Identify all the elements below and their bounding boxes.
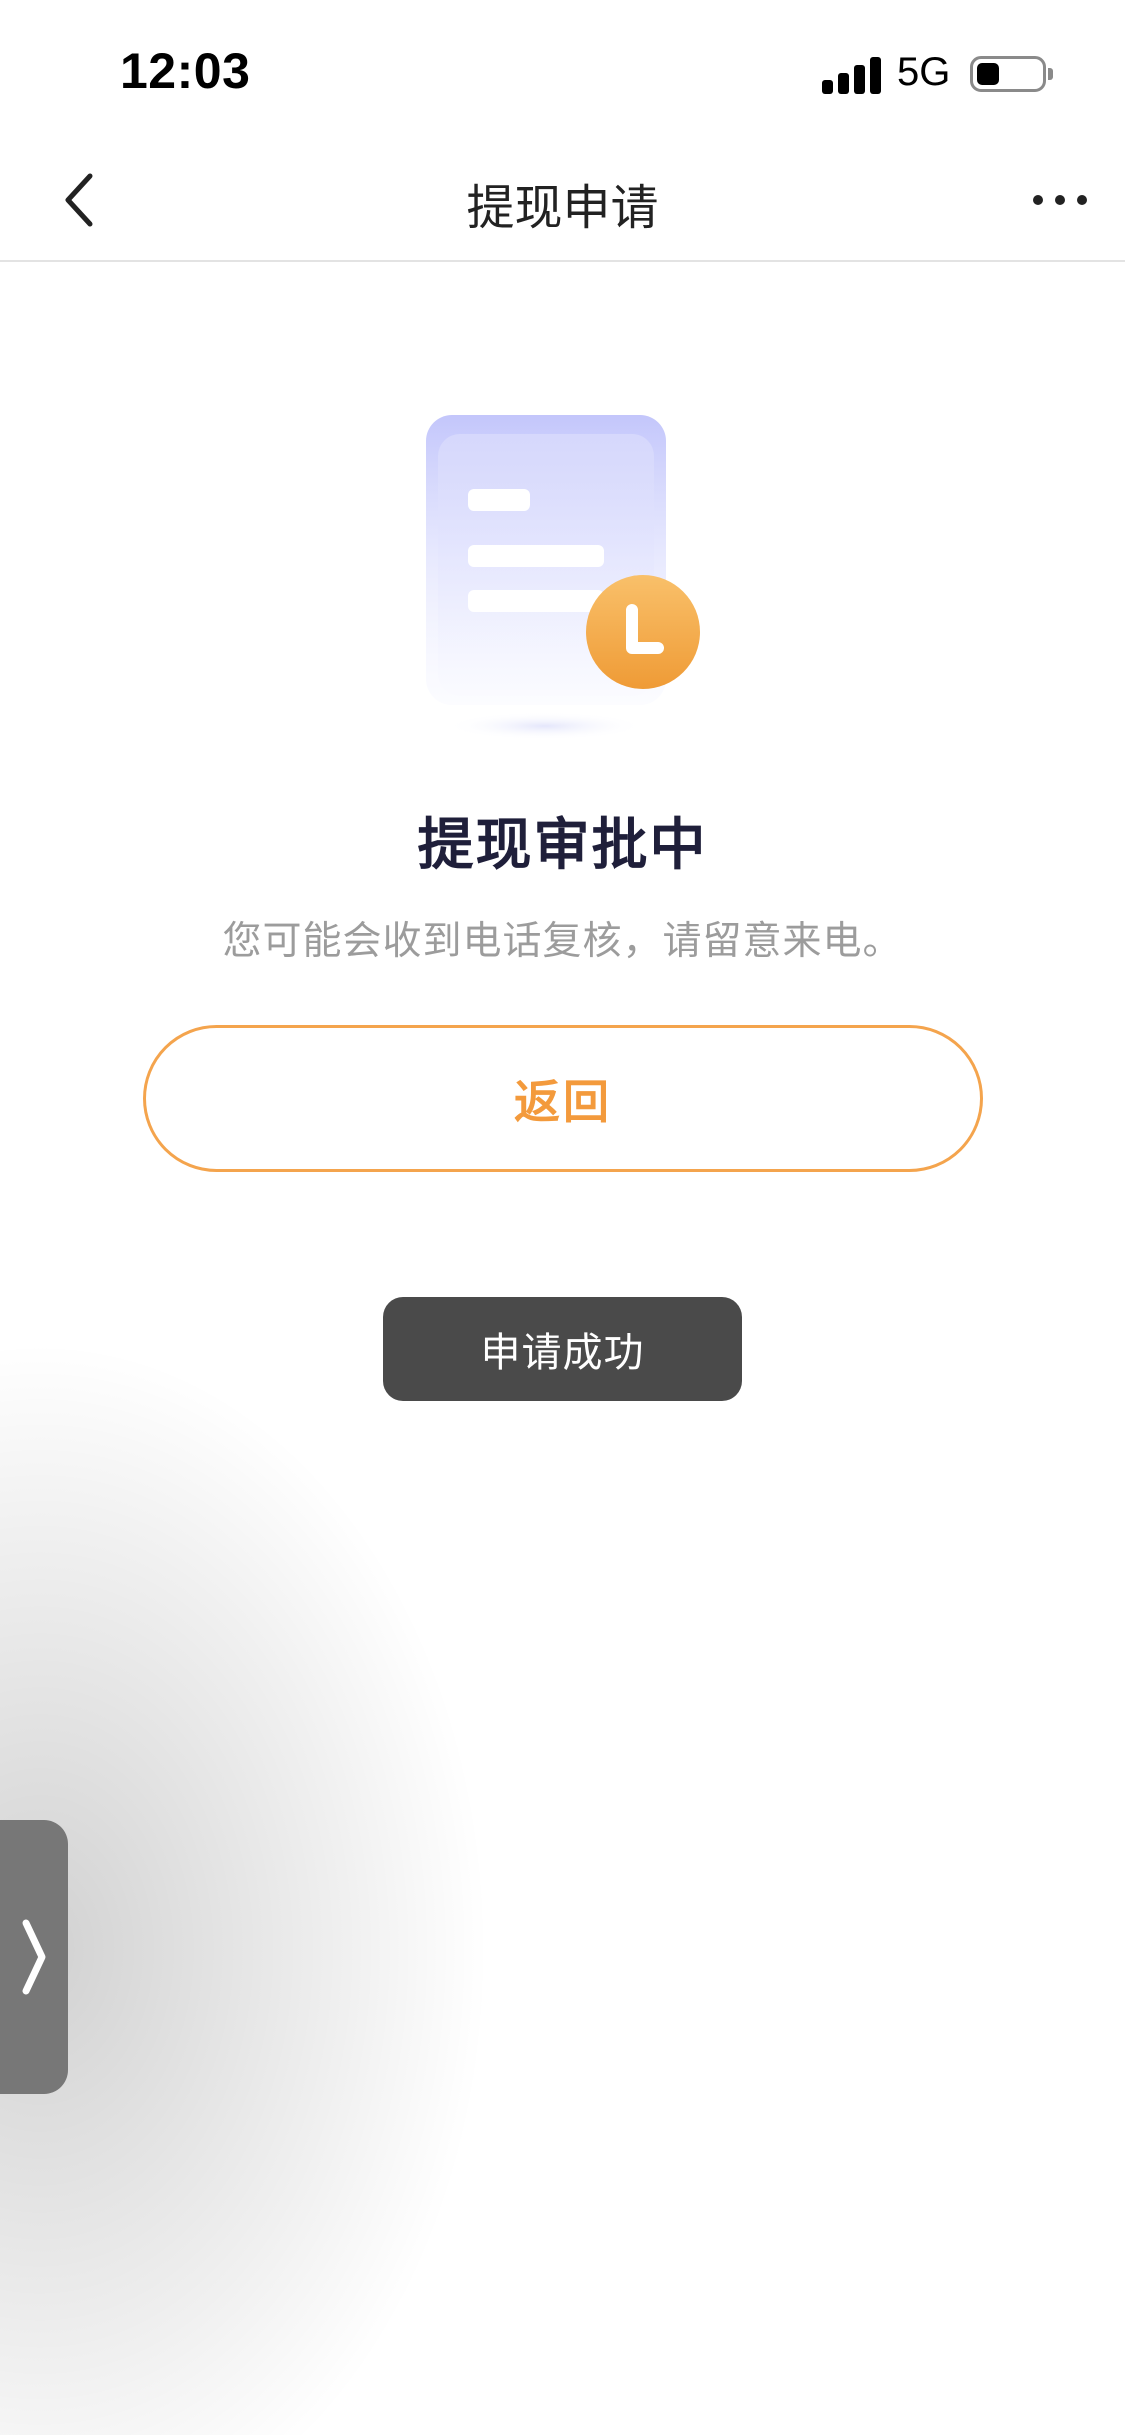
- page-background: [0, 0, 1125, 2435]
- chevron-right-icon: [22, 1919, 46, 1995]
- status-bar: 12:03 5G: [0, 0, 1125, 140]
- success-toast: 申请成功: [383, 1297, 742, 1401]
- network-label: 5G: [897, 50, 951, 94]
- page-title: 提现申请: [466, 180, 659, 236]
- more-dots-icon: [1033, 195, 1087, 205]
- nav-bar: 提现申请: [0, 140, 1125, 262]
- status-time: 12:03: [120, 43, 251, 99]
- status-description: 您可能会收到电话复核，请留意来电。: [222, 919, 903, 964]
- battery-icon: [970, 56, 1046, 92]
- battery-cap: [1048, 68, 1053, 80]
- document-clock-icon: [400, 400, 730, 760]
- more-button[interactable]: [1020, 160, 1100, 240]
- status-title: 提现审批中: [417, 813, 708, 878]
- battery-level: [977, 63, 999, 85]
- signal-icon: [822, 54, 882, 94]
- side-expand-handle[interactable]: [0, 1820, 68, 2094]
- return-button[interactable]: 返回: [143, 1025, 983, 1172]
- toast-message: 申请成功: [480, 1330, 645, 1376]
